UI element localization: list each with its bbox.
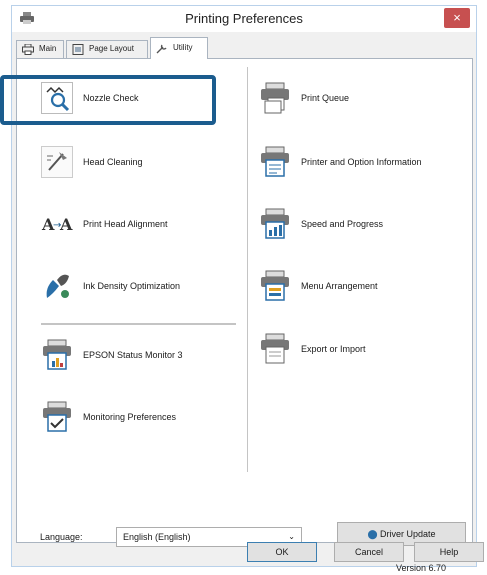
monitoring-preferences-icon (43, 401, 71, 432)
svg-text:A: A (59, 215, 73, 234)
tab-page-layout[interactable]: Page Layout (66, 40, 148, 58)
utility-panel: Nozzle Check Head Cleaning A → A Print H… (16, 58, 473, 573)
speed-progress-icon (261, 208, 289, 239)
export-import-icon (261, 333, 289, 364)
speed-and-progress-button[interactable]: Speed and Progress (259, 208, 459, 244)
status-monitor-icon (43, 339, 71, 370)
window-title: Printing Preferences (185, 11, 303, 26)
version-text: Version 6.70 (395, 563, 446, 573)
ink-density-label: Ink Density Optimization (83, 281, 181, 291)
ok-button[interactable]: OK (247, 542, 317, 562)
head-cleaning-label: Head Cleaning (83, 157, 143, 167)
export-import-label: Export or Import (301, 344, 366, 354)
title-bar: Printing Preferences × (12, 6, 476, 32)
tab-main-label: Main (39, 44, 57, 53)
tab-utility[interactable]: Utility (150, 37, 208, 59)
head-cleaning-button[interactable]: Head Cleaning (41, 146, 241, 182)
tab-utility-label: Utility (173, 43, 193, 52)
help-button[interactable]: Help (414, 542, 484, 562)
speed-progress-label: Speed and Progress (301, 219, 384, 229)
printer-info-icon (261, 146, 289, 177)
tab-bar: Main Page Layout Utility (16, 37, 476, 59)
language-value: English (English) (123, 532, 191, 542)
print-queue-button[interactable]: Print Queue (259, 82, 459, 118)
printer-icon (22, 44, 34, 55)
epson-status-monitor-button[interactable]: EPSON Status Monitor 3 (41, 339, 241, 375)
monitoring-preferences-button[interactable]: Monitoring Preferences (41, 401, 241, 437)
cancel-button[interactable]: Cancel (334, 542, 404, 562)
nozzle-check-highlight (0, 75, 216, 125)
page-layout-icon (72, 44, 84, 55)
tab-main[interactable]: Main (16, 40, 64, 58)
tab-page-layout-label: Page Layout (89, 44, 134, 53)
menu-arrangement-icon (261, 270, 289, 301)
ink-density-optimization-button[interactable]: Ink Density Optimization (41, 270, 241, 306)
menu-arrangement-button[interactable]: Menu Arrangement (259, 270, 459, 306)
epson-status-monitor-label: EPSON Status Monitor 3 (83, 350, 183, 360)
ink-density-icon (46, 274, 69, 298)
monitoring-preferences-label: Monitoring Preferences (83, 412, 177, 422)
print-queue-label: Print Queue (301, 93, 350, 103)
export-or-import-button[interactable]: Export or Import (259, 333, 459, 369)
print-queue-icon (261, 82, 289, 114)
column-divider (247, 67, 248, 472)
wrench-icon (156, 44, 167, 54)
globe-update-icon: ⬤ (367, 529, 378, 539)
print-head-alignment-icon: A → A (41, 215, 73, 234)
print-head-alignment-label: Print Head Alignment (83, 219, 168, 229)
language-label: Language: (40, 532, 83, 542)
print-head-alignment-button[interactable]: A → A Print Head Alignment (41, 208, 241, 244)
section-divider (41, 323, 236, 325)
head-cleaning-icon (41, 146, 73, 178)
printer-info-label: Printer and Option Information (301, 157, 422, 167)
close-button[interactable]: × (444, 8, 470, 28)
menu-arrangement-label: Menu Arrangement (301, 281, 378, 291)
driver-update-label: Driver Update (380, 529, 436, 539)
printer-option-information-button[interactable]: Printer and Option Information (259, 146, 459, 182)
